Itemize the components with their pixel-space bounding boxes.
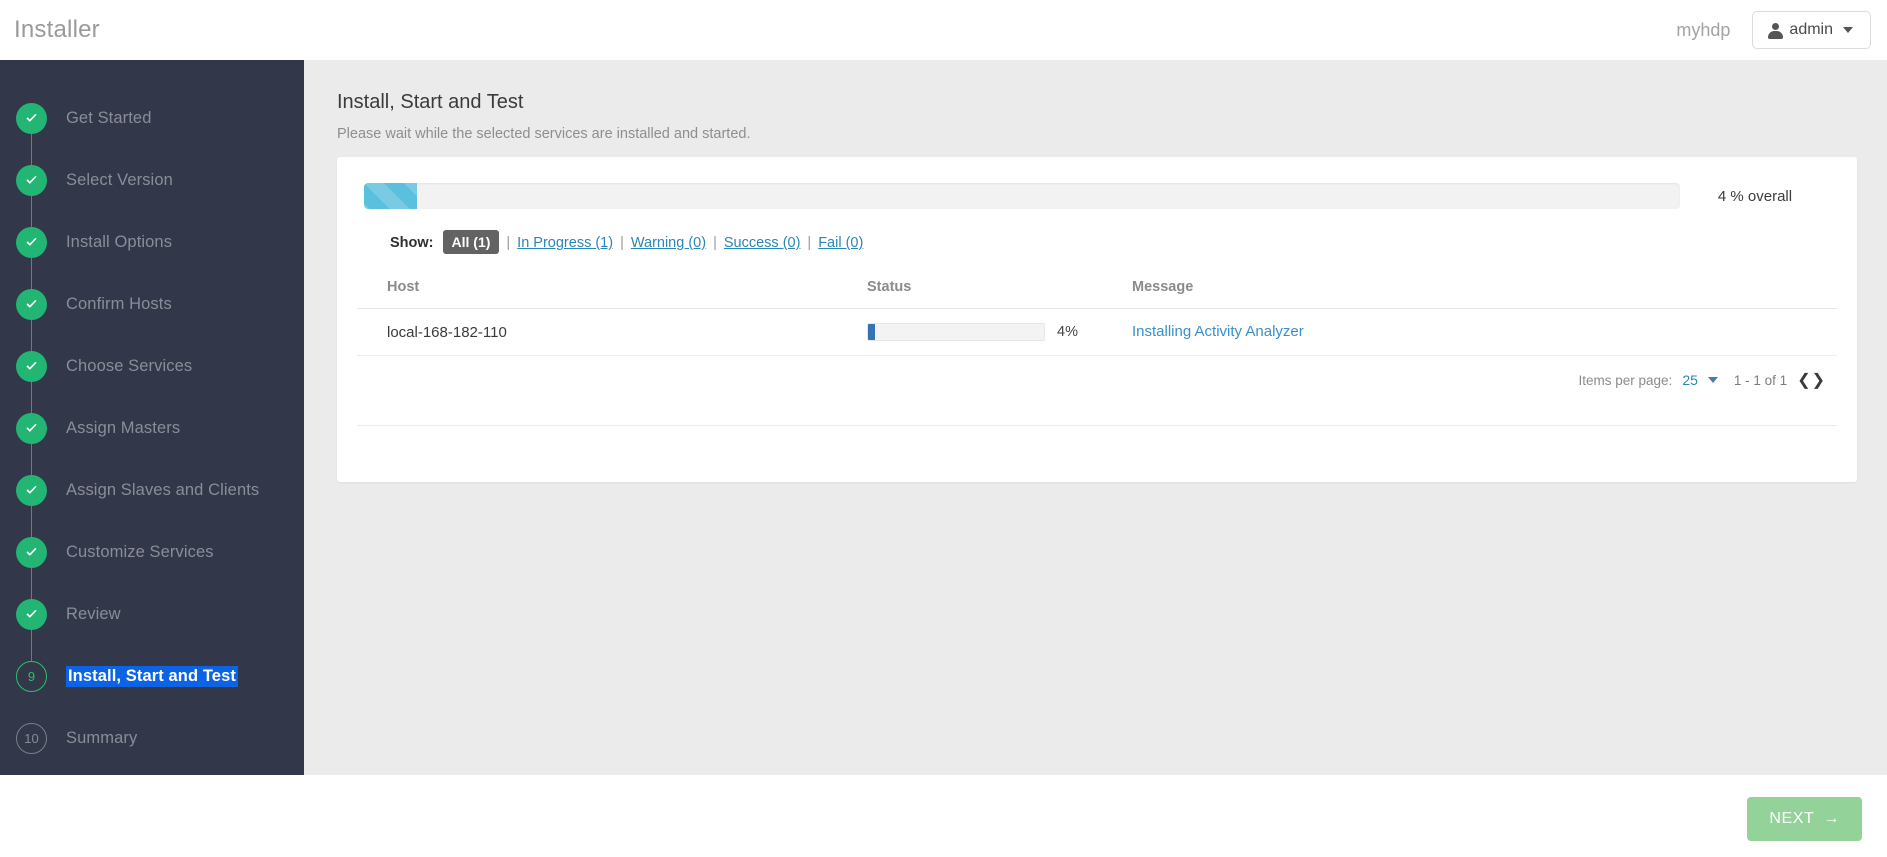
column-header-host: Host [387,279,867,295]
filter-in-progress-1[interactable]: In Progress (1) [517,235,613,251]
page-subtitle: Please wait while the selected services … [337,126,1887,142]
sidebar-step-label: Assign Masters [66,419,180,438]
sidebar-step-get-started[interactable]: Get Started [0,87,304,149]
chevron-left-icon[interactable]: ❮ [1797,370,1810,390]
items-per-page-label: Items per page: [1579,373,1673,388]
user-menu-button[interactable]: admin [1752,11,1871,49]
user-menu-label: admin [1789,21,1833,39]
sidebar-step-choose-services[interactable]: Choose Services [0,335,304,397]
step-check-icon [16,413,47,444]
sidebar-step-assign-masters[interactable]: Assign Masters [0,397,304,459]
host-progress-fill [868,324,875,340]
filter-separator: | [506,235,510,251]
next-button[interactable]: NEXT → [1747,797,1862,841]
pagination-range-label: 1 - 1 of 1 [1734,373,1787,388]
host-status-table: Host Status Message local-168-182-110 4% I… [357,279,1837,356]
table-header-row: Host Status Message [357,279,1837,309]
step-check-icon [16,599,47,630]
card-divider [357,425,1837,426]
overall-progress-row: 4 % overall [337,157,1857,209]
sidebar-step-review[interactable]: Review [0,583,304,645]
column-header-status: Status [867,279,1132,295]
page-title: Install, Start and Test [337,91,1887,114]
step-check-icon [16,227,47,258]
install-progress-card: 4 % overall Show: All (1) | In Progress (1… [337,157,1857,482]
filter-separator: | [713,235,717,251]
pagination-arrows[interactable]: ❮ ❯ [1797,370,1825,390]
wizard-sidebar: Get Started Select Version Install Options… [0,60,304,775]
cluster-name-label: myhdp [1676,20,1730,41]
filter-show-label: Show: [390,235,434,251]
host-progress-bar [867,323,1045,341]
sidebar-step-confirm-hosts[interactable]: Confirm Hosts [0,273,304,335]
filter-links-group: All (1)|In Progress (1)|Warning (0)|Succ… [443,234,864,251]
step-check-icon [16,289,47,320]
filter-success-0[interactable]: Success (0) [724,235,801,251]
pagination-controls: Items per page: 25 1 - 1 of 1 ❮ ❯ [337,356,1857,390]
message-link[interactable]: Installing Activity Analyzer [1132,323,1304,340]
top-header-bar: Installer myhdp admin [0,0,1887,60]
cell-host-name: local-168-182-110 [387,324,867,341]
sidebar-step-label: Install, Start and Test [66,666,238,687]
header-right-group: myhdp admin [1676,11,1871,49]
overall-progress-fill [364,183,417,209]
table-body: local-168-182-110 4% Installing Activity A… [357,309,1837,356]
step-check-icon [16,103,47,134]
next-button-label: NEXT [1769,810,1814,828]
items-per-page-value: 25 [1682,372,1698,388]
step-check-icon [16,165,47,196]
filter-separator: | [807,235,811,251]
sidebar-step-label: Review [66,605,121,624]
status-filter-row: Show: All (1)|In Progress (1)|Warning (0… [390,234,1857,251]
sidebar-step-label: Customize Services [66,543,214,562]
overall-progress-label: 4 % overall [1680,188,1830,205]
filter-all-1[interactable]: All (1) [443,230,500,254]
wizard-step-list: Get Started Select Version Install Options… [0,60,304,769]
sidebar-step-label: Confirm Hosts [66,295,172,314]
sidebar-step-assign-slaves-and-clients[interactable]: Assign Slaves and Clients [0,459,304,521]
overall-progress-bar [364,183,1680,209]
sidebar-step-label: Select Version [66,171,173,190]
cell-host-status: 4% [867,323,1132,341]
filter-separator: | [620,235,624,251]
sidebar-step-label: Summary [66,729,137,748]
column-header-message: Message [1132,279,1807,295]
step-check-icon [16,537,47,568]
chevron-right-icon[interactable]: ❯ [1812,370,1825,390]
table-row: local-168-182-110 4% Installing Activity A… [357,309,1837,356]
host-progress-label: 4% [1057,324,1078,340]
step-number-badge: 10 [16,723,47,754]
wizard-footer: NEXT → [0,775,1887,857]
filter-warning-0[interactable]: Warning (0) [631,235,706,251]
app-brand-title: Installer [14,16,100,44]
cell-message: Installing Activity Analyzer [1132,323,1807,341]
sidebar-step-label: Choose Services [66,357,192,376]
step-number-badge: 9 [16,661,47,692]
step-check-icon [16,351,47,382]
installer-wizard-page: Installer myhdp admin Get Started Select … [0,0,1887,857]
sidebar-step-label: Assign Slaves and Clients [66,481,259,500]
chevron-down-icon [1708,377,1718,383]
sidebar-step-install-options[interactable]: Install Options [0,211,304,273]
sidebar-step-customize-services[interactable]: Customize Services [0,521,304,583]
items-per-page-select[interactable]: 25 [1682,372,1718,388]
sidebar-step-label: Get Started [66,109,151,128]
sidebar-step-install-start-and-test[interactable]: 9 Install, Start and Test [0,645,304,707]
step-check-icon [16,475,47,506]
main-content-area: Install, Start and Test Please wait whil… [304,60,1887,775]
filter-fail-0[interactable]: Fail (0) [818,235,863,251]
caret-down-icon [1843,27,1853,33]
arrow-right-icon: → [1823,810,1840,828]
sidebar-step-summary[interactable]: 10 Summary [0,707,304,769]
user-icon [1768,23,1782,38]
sidebar-step-select-version[interactable]: Select Version [0,149,304,211]
sidebar-step-label: Install Options [66,233,172,252]
